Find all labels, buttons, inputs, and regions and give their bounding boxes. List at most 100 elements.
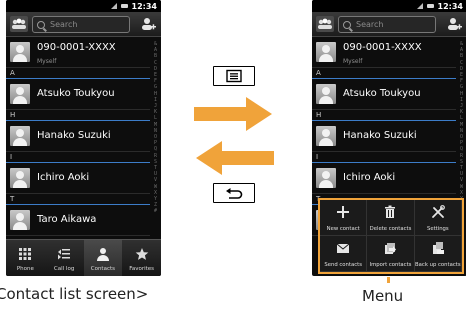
- menu-item-back-up-contacts[interactable]: Back up contacts: [414, 236, 462, 272]
- plus-icon: [336, 204, 350, 218]
- tab-call-log[interactable]: Call log: [45, 240, 84, 276]
- contact-row[interactable]: Hanako Suzuki: [6, 121, 150, 152]
- menu-item-settings[interactable]: Settings: [414, 200, 462, 236]
- index-letter[interactable]: #: [154, 208, 157, 214]
- menu-icon: [226, 69, 242, 83]
- menu-key-button[interactable]: [213, 66, 255, 86]
- section-header: T: [6, 194, 150, 205]
- menu-item-label: Import contacts: [369, 262, 412, 268]
- contact-row[interactable]: Atsuko Toukyou: [6, 79, 150, 110]
- tab-favorites[interactable]: Favorites: [122, 240, 161, 276]
- contact-row[interactable]: Hanako Suzuki: [312, 121, 456, 152]
- menu-leader-line: [387, 277, 390, 283]
- contact-photo-icon: [10, 126, 30, 146]
- section-letter: H: [10, 111, 16, 119]
- section-letter: I: [316, 153, 319, 161]
- person-icon: [96, 246, 110, 261]
- menu-item-delete-contacts[interactable]: Delete contacts: [367, 200, 415, 236]
- tab-label: Favorites: [129, 266, 155, 272]
- tab-bar: Phone Call log Contacts Favorites: [6, 239, 161, 276]
- menu-item-new-contact[interactable]: New contact: [320, 200, 368, 236]
- section-letter: H: [316, 111, 322, 119]
- star-icon: [135, 246, 149, 260]
- contact-subtitle: Myself: [37, 58, 57, 65]
- search-placeholder: Search: [50, 20, 78, 29]
- add-contact-icon[interactable]: [445, 16, 463, 32]
- contact-photo-icon: [316, 42, 336, 62]
- caption-menu: Menu: [362, 287, 404, 305]
- import-icon: [383, 240, 397, 254]
- arrow-left-icon: [196, 141, 274, 175]
- status-time: 12:34: [437, 1, 463, 11]
- contact-list-screen: 12:34 Search 090-0001-XXXX Myself A Atsuko …: [6, 0, 161, 276]
- contact-name: Ichiro Aoki: [343, 172, 396, 183]
- contact-photo-icon: [10, 42, 30, 62]
- signal-icon: [110, 3, 117, 9]
- status-time: 12:34: [131, 1, 157, 11]
- contact-photo-icon: [10, 168, 30, 188]
- contact-row[interactable]: Ichiro Aoki: [312, 163, 456, 194]
- contact-name: Ichiro Aoki: [37, 172, 90, 183]
- caption-contact-list: Contact list screen>: [0, 285, 149, 303]
- contact-row[interactable]: 090-0001-XXXX Myself: [312, 37, 456, 68]
- search-placeholder: Search: [356, 20, 384, 29]
- groups-icon[interactable]: [10, 16, 28, 32]
- arrow-right-icon: [194, 97, 272, 131]
- section-header: H: [312, 110, 456, 121]
- menu-item-label: Back up contacts: [415, 262, 461, 268]
- contact-name: 090-0001-XXXX: [343, 42, 422, 53]
- menu-item-send-contacts[interactable]: Send contacts: [320, 236, 368, 272]
- contacts-toolbar: Search: [6, 12, 161, 37]
- section-letter: I: [10, 153, 13, 161]
- mail-icon: [336, 240, 350, 254]
- contact-name: Hanako Suzuki: [343, 130, 417, 141]
- groups-icon[interactable]: [316, 16, 334, 32]
- signal-icon: [416, 3, 423, 9]
- contact-photo-icon: [316, 168, 336, 188]
- search-icon: [343, 20, 351, 29]
- menu-item-label: Delete contacts: [369, 226, 412, 232]
- options-menu: New contact Delete contacts Settings Send c…: [318, 198, 464, 274]
- contacts-toolbar: Search: [312, 12, 466, 37]
- status-bar: 12:34: [312, 0, 466, 12]
- section-letter: T: [10, 195, 15, 203]
- search-icon: [37, 20, 45, 29]
- section-letter: A: [316, 69, 321, 77]
- contact-name: Hanako Suzuki: [37, 130, 111, 141]
- menu-item-import-contacts[interactable]: Import contacts: [367, 236, 415, 272]
- section-letter: A: [10, 69, 15, 77]
- back-icon: [226, 188, 243, 199]
- section-header: A: [6, 68, 150, 79]
- tab-label: Call log: [53, 266, 75, 272]
- contact-list-menu-screen: 12:34 Search 090-0001-XXXX Myself A Atsuko …: [312, 0, 466, 276]
- add-contact-icon[interactable]: [139, 16, 157, 32]
- tab-phone[interactable]: Phone: [6, 240, 45, 276]
- backup-icon: [431, 240, 445, 254]
- contact-photo-icon: [10, 84, 30, 104]
- section-header: H: [6, 110, 150, 121]
- tab-label: Contacts: [90, 266, 115, 272]
- section-header: I: [6, 152, 150, 163]
- contact-name: Atsuko Toukyou: [37, 88, 115, 99]
- search-input[interactable]: Search: [32, 16, 130, 33]
- contact-row[interactable]: Taro Aikawa: [6, 205, 150, 236]
- contact-subtitle: Myself: [343, 58, 363, 65]
- contact-name: 090-0001-XXXX: [37, 42, 116, 53]
- call-log-icon: [57, 246, 71, 260]
- tools-icon: [431, 204, 445, 218]
- back-key-button[interactable]: [213, 183, 255, 203]
- tab-contacts[interactable]: Contacts: [83, 240, 123, 276]
- menu-item-label: Settings: [426, 226, 449, 232]
- search-input[interactable]: Search: [338, 16, 436, 33]
- status-bar: 12:34: [6, 0, 161, 12]
- section-header: A: [312, 68, 456, 79]
- contact-row[interactable]: 090-0001-XXXX Myself: [6, 37, 150, 68]
- contact-name: Taro Aikawa: [37, 214, 97, 225]
- contact-row[interactable]: Atsuko Toukyou: [312, 79, 456, 110]
- contact-name: Atsuko Toukyou: [343, 88, 421, 99]
- contact-row[interactable]: Ichiro Aoki: [6, 163, 150, 194]
- dialpad-icon: [18, 246, 32, 260]
- menu-item-label: New contact: [326, 226, 360, 232]
- contact-photo-icon: [316, 84, 336, 104]
- contact-photo-icon: [10, 210, 30, 230]
